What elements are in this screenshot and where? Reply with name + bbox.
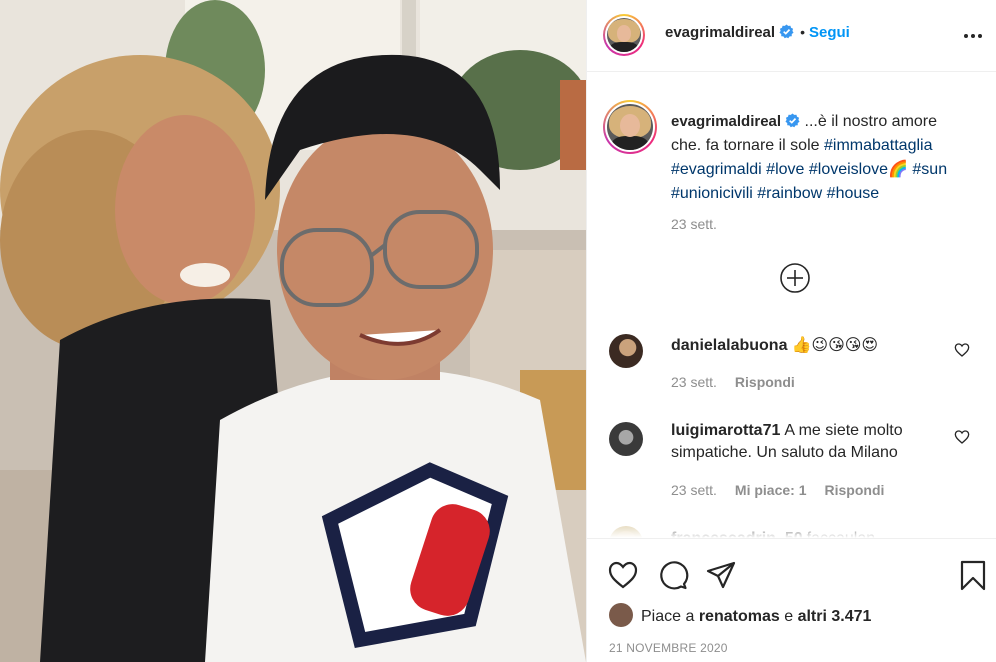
post-date[interactable]: 21 NOVEMBRE 2020 [609,641,728,655]
comment-username[interactable]: luigimarotta71 [671,422,780,439]
liker-avatar[interactable] [609,603,633,627]
hashtag-link[interactable]: #love [766,161,804,178]
comment-like-icon[interactable] [954,342,970,358]
header-line: evagrimaldireal • Segui [665,24,850,42]
reply-button[interactable]: Rispondi [735,374,795,390]
comment-username[interactable]: danielalabuona [671,337,787,354]
caption-author-avatar[interactable] [603,100,657,154]
comment-avatar[interactable] [609,334,643,368]
hashtag-link[interactable]: #unionicivili [671,185,753,202]
comment-date[interactable]: 23 sett. [671,374,717,390]
likes-others-count[interactable]: altri 3.471 [798,608,872,625]
caption-date[interactable]: 23 sett. [671,216,717,232]
hashtag-link[interactable]: #evagrimaldi [671,161,762,178]
comment-meta: 23 sett. Mi piace: 1 Rispondi [671,482,884,498]
more-options-icon[interactable] [961,26,985,46]
comment-likes-count[interactable]: Mi piace: 1 [735,482,807,498]
author-avatar[interactable] [603,14,645,56]
caption-username[interactable]: evagrimaldireal [671,113,781,130]
heart-icon[interactable] [607,559,639,591]
comment: danielalabuona 👍😉😘😘😍 [671,335,961,357]
follow-button[interactable]: Segui [809,24,850,41]
reply-button[interactable]: Rispondi [825,482,885,498]
post-photo[interactable] [0,0,586,662]
hashtag-link[interactable]: #sun [912,161,947,178]
likes-connector: e [784,608,794,625]
post-caption: evagrimaldireal ...è il nostro amore che… [671,110,971,206]
load-more-comments-icon[interactable] [779,262,811,294]
hashtag-link[interactable]: #immabattaglia [824,137,933,154]
hashtag-link[interactable]: #rainbow [757,185,822,202]
comments-fade [587,518,996,538]
comment-meta: 23 sett. Rispondi [671,374,795,390]
likes-prefix: Piace a [641,608,695,625]
post-side-panel: evagrimaldireal • Segui evagrimaldireal ..… [586,0,996,662]
hashtag-link[interactable]: #loveislove [809,161,888,178]
verified-icon [779,24,794,39]
comment-date[interactable]: 23 sett. [671,482,717,498]
comment-text: 👍😉😘😘😍 [791,337,879,354]
comment-like-icon[interactable] [954,429,970,445]
liker-username[interactable]: renatomas [699,608,780,625]
post-header: evagrimaldireal • Segui [587,0,996,72]
author-username[interactable]: evagrimaldireal [665,24,775,41]
verified-icon [785,113,800,128]
comment-icon[interactable] [657,559,689,591]
hashtag-link[interactable]: #house [827,185,880,202]
save-icon[interactable] [957,559,989,591]
share-icon[interactable] [705,559,737,591]
comment: luigimarotta71 A me siete molto simpatich… [671,420,961,464]
header-separator: • [800,24,805,40]
post-actions: Piace a renatomas e altri 3.471 21 NOVEM… [587,538,996,662]
rainbow-emoji: 🌈 [888,161,908,178]
post-photo-image [0,0,586,662]
comment-avatar[interactable] [609,422,643,456]
likes-summary: Piace a renatomas e altri 3.471 [609,603,871,627]
